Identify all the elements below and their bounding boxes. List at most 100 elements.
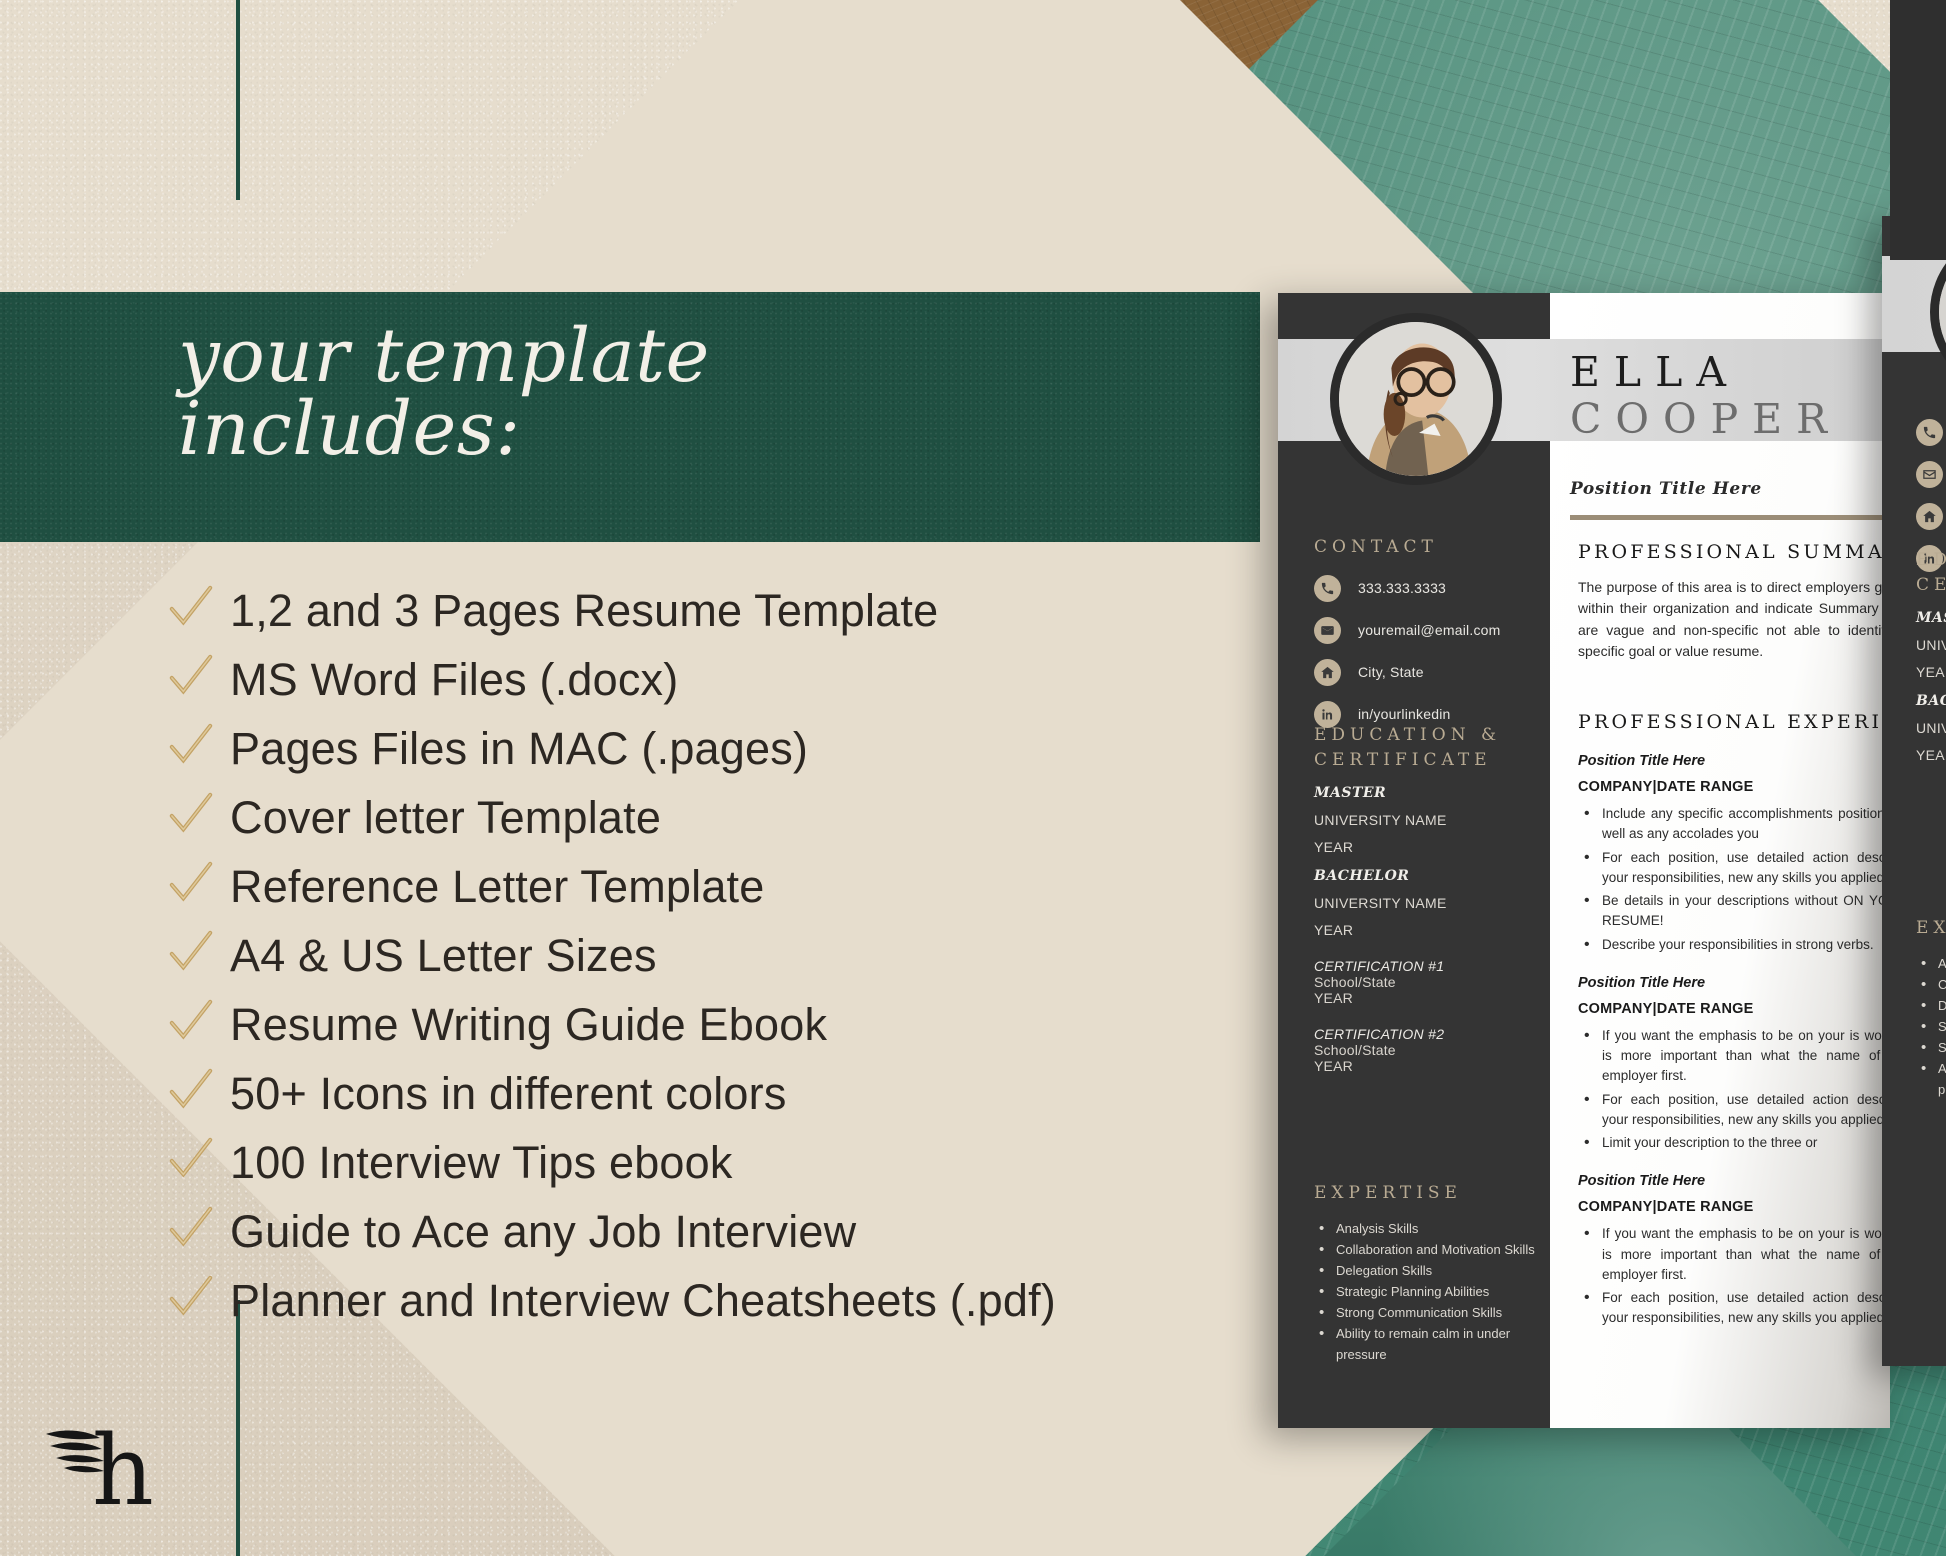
job-bullets: If you want the emphasis to be on your i… (1578, 1222, 1890, 1329)
job-company: COMPANY|DATE RANGE (1578, 1000, 1754, 1017)
checklist-item-label: 100 Interview Tips ebook (230, 1137, 733, 1188)
contact-phone-row[interactable]: 333.333.3333 (1314, 574, 1550, 602)
checklist-item: Pages Files in MAC (.pages) (168, 718, 1198, 779)
checklist-item-label: Resume Writing Guide Ebook (230, 999, 828, 1050)
resume-name: ELLA COOPER (1570, 348, 1890, 444)
resume2-contact-phone: 333.333.3333 (1916, 419, 1946, 446)
job-company: COMPANY|DATE RANGE (1578, 1199, 1754, 1216)
resume2-education-block: EDUCATION & CERTIFICATE MASTER UNIVERSITY… (1916, 548, 1946, 763)
education-block: EDUCATION & CERTIFICATE MASTER UNIVERSITY… (1314, 723, 1550, 1074)
resume2-education-title: EDUCATION & CERTIFICATE (1916, 550, 1946, 595)
checklist-item-label: Planner and Interview Cheatsheets (.pdf) (230, 1275, 1056, 1326)
education-school: UNIVERSITY NAME (1314, 895, 1447, 912)
job-bullet: For each position, use detailed action d… (1578, 1088, 1890, 1131)
email-icon (1916, 461, 1943, 488)
resume2-contact-icons: 333.333.3333 youremail@email.com City, S… (1916, 404, 1946, 572)
job-company: COMPANY|DATE RANGE (1578, 779, 1754, 795)
certification-name: CERTIFICATION #1 (1314, 958, 1445, 975)
job-bullet: Be details in your descriptions without … (1578, 889, 1890, 932)
check-icon (168, 791, 230, 837)
checklist-item-label: Pages Files in MAC (.pages) (230, 723, 809, 774)
checklist-item: Cover letter Template (168, 787, 1198, 848)
home-icon (1314, 658, 1341, 686)
education-entry: MASTER UNIVERSITY NAME YEAR (1314, 785, 1550, 855)
expertise-item: Strategic Planning Abilities (1916, 1015, 1946, 1039)
job-bullet: If you want the emphasis to be on your i… (1578, 1222, 1890, 1285)
certification-school: School/State (1314, 974, 1396, 991)
education-year: YEAR (1314, 839, 1354, 856)
home-icon (1916, 503, 1943, 530)
summary-title: PROFESSIONAL SUMMARY (1578, 541, 1890, 563)
contact-block: CONTACT 333.333.3333 youremail@email.com… (1314, 535, 1550, 728)
resume-card-secondary[interactable]: 333.333.3333 youremail@email.com City, S… (1882, 216, 1946, 1366)
expertise-item: Strong Communication Skills (1314, 1301, 1550, 1325)
first-name: ELLA (1570, 348, 1740, 396)
checklist-item-label: Guide to Ace any Job Interview (230, 1206, 857, 1257)
green-banner: your template includes: (0, 292, 1260, 542)
expertise-block: EXPERTISE Analysis SkillsCollaboration a… (1314, 1181, 1550, 1365)
education-list: MASTER UNIVERSITY NAME YEAR BACHELOR UNIVERS… (1314, 785, 1550, 938)
checklist-item: A4 & US Letter Sizes (168, 925, 1198, 986)
expertise-item: Strong Communication Skills (1916, 1036, 1946, 1060)
last-name: COOPER (1570, 395, 1841, 444)
certification-school: School/State (1314, 1042, 1396, 1059)
contact-phone-value: 333.333.3333 (1358, 580, 1447, 597)
resume-light-column: PROFESSIONAL SUMMARY The purpose of this… (1550, 293, 1890, 1428)
vertical-rule-top (236, 0, 240, 200)
job-bullet: Describe your responsibilities in strong… (1578, 932, 1890, 956)
contact-location-value: City, State (1358, 664, 1424, 681)
expertise-item: Collaboration and Motivation Skills (1314, 1238, 1550, 1262)
checklist-item: Planner and Interview Cheatsheets (.pdf) (168, 1270, 1198, 1331)
checklist-item-label: Cover letter Template (230, 792, 662, 843)
expertise-item: Collaboration and Motivation Skills (1916, 973, 1946, 997)
education-entry: MASTER UNIVERSITY NAME YEAR (1916, 610, 1946, 680)
certification-name: CERTIFICATION #2 (1314, 1026, 1445, 1043)
experience-jobs: Position Title Here COMPANY|DATE RANGE Inc… (1578, 753, 1890, 1329)
checklist-item: Guide to Ace any Job Interview (168, 1201, 1198, 1262)
resume2-education-list: MASTER UNIVERSITY NAME YEAR BACHELOR UNIVERS… (1916, 610, 1946, 763)
education-degree: MASTER (1314, 785, 1387, 802)
check-icon (168, 722, 230, 768)
expertise-item: Analysis Skills (1916, 952, 1946, 976)
checklist-item: 1,2 and 3 Pages Resume Template (168, 580, 1198, 641)
check-icon (168, 860, 230, 906)
education-year: YEAR (1916, 747, 1946, 764)
certification-year: YEAR (1314, 990, 1353, 1007)
contact-location-row[interactable]: City, State (1314, 658, 1550, 686)
resume2-expertise-list: Analysis SkillsCollaboration and Motivat… (1916, 952, 1946, 1100)
education-degree: BACHELOR (1916, 693, 1946, 710)
feature-checklist: 1,2 and 3 Pages Resume Template MS Word F… (168, 580, 1198, 1339)
education-school: UNIVERSITY NAME (1314, 812, 1447, 829)
expertise-item: Ability to remain calm in under pressure (1916, 1057, 1946, 1100)
email-icon (1314, 616, 1341, 644)
resume-card-primary[interactable]: CONTACT 333.333.3333 youremail@email.com… (1278, 293, 1890, 1428)
job-title: Position Title Here (1578, 974, 1706, 991)
avatar (1330, 313, 1502, 485)
education-school: UNIVERSITY NAME (1916, 720, 1946, 737)
expertise-title: EXPERTISE (1314, 1183, 1462, 1203)
contact-email-row[interactable]: youremail@email.com (1314, 616, 1550, 644)
job-bullet: Include any specific accomplishments pos… (1578, 802, 1890, 845)
resume2-contact-location: City, State (1916, 503, 1946, 530)
education-title: EDUCATION & CERTIFICATE (1314, 725, 1502, 770)
certification-year: YEAR (1314, 1058, 1353, 1075)
logo-letter: h (92, 1415, 154, 1514)
job-bullets: Include any specific accomplishments pos… (1578, 802, 1890, 957)
job-bullet: For each position, use detailed action d… (1578, 1286, 1890, 1329)
expertise-item: Strategic Planning Abilities (1314, 1280, 1550, 1304)
checklist-item-label: 50+ Icons in different colors (230, 1068, 787, 1119)
check-icon (168, 584, 230, 630)
expertise-list: Analysis SkillsCollaboration and Motivat… (1314, 1217, 1550, 1365)
summary-body: The purpose of this area is to direct em… (1578, 579, 1890, 659)
expertise-item: Delegation Skills (1916, 994, 1946, 1018)
job-title: Position Title Here (1578, 753, 1706, 769)
education-year: YEAR (1314, 922, 1354, 939)
checklist-item-label: 1,2 and 3 Pages Resume Template (230, 585, 939, 636)
education-degree: BACHELOR (1314, 868, 1410, 885)
contact-linkedin-value: in/yourlinkedin (1358, 706, 1451, 723)
resume2-dark-column: 333.333.3333 youremail@email.com City, S… (1882, 216, 1946, 1366)
resume2-contact-email: youremail@email.com (1916, 461, 1946, 488)
experience-title: PROFESSIONAL EXPERIENCE (1578, 711, 1890, 733)
education-entry: BACHELOR UNIVERSITY NAME YEAR (1916, 693, 1946, 763)
job-bullet: If you want the emphasis to be on your i… (1578, 1024, 1890, 1087)
